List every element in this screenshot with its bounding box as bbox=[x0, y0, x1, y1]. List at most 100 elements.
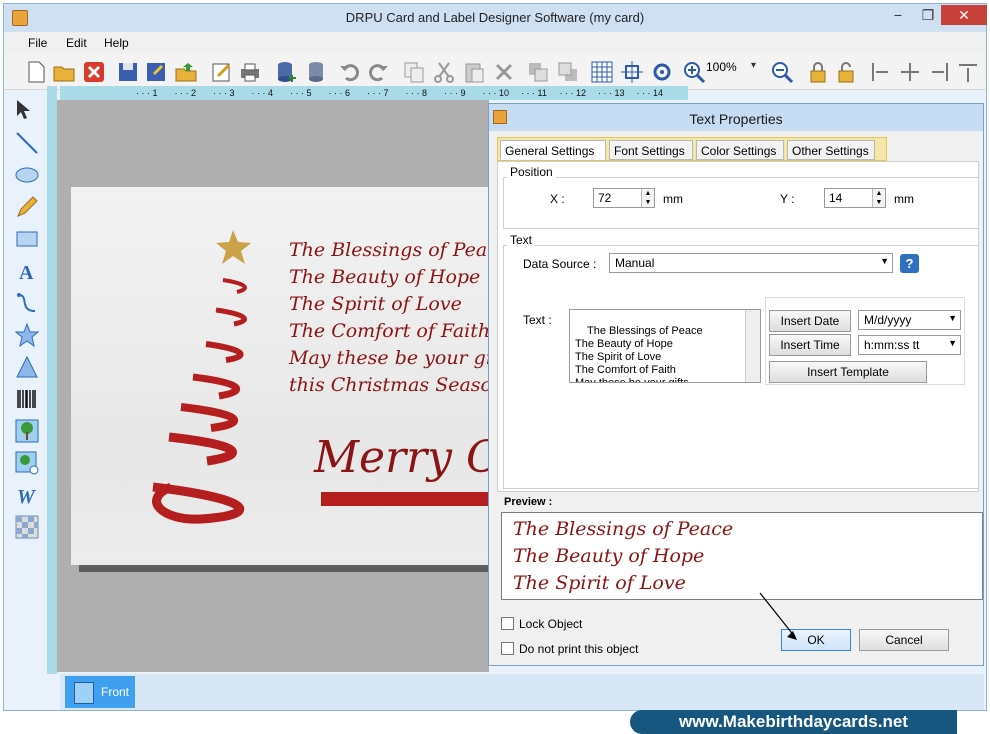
delete-icon[interactable] bbox=[492, 60, 516, 84]
curve-tool-icon[interactable] bbox=[14, 290, 40, 316]
x-position-input[interactable]: 72 ▲ ▼ bbox=[593, 188, 655, 208]
ellipse-tool-icon[interactable] bbox=[14, 162, 40, 188]
y-position-input[interactable]: 14 ▲ ▼ bbox=[824, 188, 886, 208]
text-scrollbar[interactable] bbox=[745, 310, 760, 382]
cut-icon[interactable] bbox=[432, 60, 456, 84]
dialog-title: Text Properties bbox=[689, 111, 783, 127]
text-input[interactable]: The Blessings of Peace The Beauty of Hop… bbox=[569, 309, 761, 383]
ruler-mark: · · · 2 bbox=[174, 88, 197, 98]
paste-icon[interactable] bbox=[462, 60, 486, 84]
tab-font-settings[interactable]: Font Settings bbox=[609, 140, 693, 160]
barcode-tool-icon[interactable] bbox=[14, 386, 40, 412]
website-link[interactable]: www.Makebirthdaycards.net bbox=[630, 710, 957, 734]
date-format-select[interactable]: M/d/yyyy ▼ bbox=[858, 310, 961, 330]
print-icon[interactable] bbox=[238, 60, 262, 84]
word-art-icon[interactable]: W bbox=[14, 482, 40, 508]
ruler-mark: · · · 6 bbox=[328, 88, 351, 98]
menu-file[interactable]: File bbox=[28, 36, 47, 50]
text-tool-icon[interactable]: A bbox=[14, 258, 40, 284]
tab-other-settings[interactable]: Other Settings bbox=[787, 140, 875, 160]
text-group-label: Text bbox=[507, 233, 536, 247]
align-right-icon[interactable] bbox=[928, 60, 952, 84]
cancel-button[interactable]: Cancel bbox=[859, 629, 949, 651]
zoom-in-icon[interactable] bbox=[682, 60, 706, 84]
insert-time-button[interactable]: Insert Time bbox=[769, 334, 851, 356]
zoom-out-icon[interactable] bbox=[770, 60, 794, 84]
y-spinner-icon[interactable]: ▲ ▼ bbox=[872, 189, 885, 207]
card-text-line: The Comfort of Faith bbox=[289, 320, 489, 342]
align-center-icon[interactable] bbox=[898, 60, 922, 84]
maximize-button[interactable]: ❐ bbox=[913, 5, 943, 25]
ok-button[interactable]: OK bbox=[781, 629, 851, 651]
text-preview-box: The Blessings of Peace The Beauty of Hop… bbox=[501, 512, 983, 600]
lock-icon[interactable] bbox=[806, 60, 830, 84]
card-text-line: The Blessings of Peace bbox=[289, 239, 489, 261]
line-tool-icon[interactable] bbox=[14, 130, 40, 156]
save-as-icon[interactable] bbox=[144, 60, 168, 84]
vertical-ruler bbox=[47, 86, 57, 674]
watermark-tool-icon[interactable] bbox=[14, 514, 40, 540]
database-icon[interactable] bbox=[304, 60, 328, 84]
page-icon bbox=[74, 682, 94, 704]
time-format-select[interactable]: h:mm:ss tt ▼ bbox=[858, 335, 961, 355]
position-label: Position bbox=[507, 165, 556, 179]
close-button[interactable]: ✕ bbox=[941, 5, 987, 25]
window-title: DRPU Card and Label Designer Software (m… bbox=[345, 10, 645, 25]
close-file-icon[interactable] bbox=[82, 60, 106, 84]
bring-forward-icon[interactable] bbox=[526, 60, 550, 84]
send-backward-icon[interactable] bbox=[556, 60, 580, 84]
insert-template-button[interactable]: Insert Template bbox=[769, 361, 927, 383]
text-properties-dialog: Text Properties General Settings Font Se… bbox=[488, 103, 984, 666]
grid-icon[interactable] bbox=[590, 60, 614, 84]
edit-properties-icon[interactable] bbox=[210, 60, 234, 84]
page-tabs-bar bbox=[60, 674, 984, 710]
database-add-icon[interactable] bbox=[274, 60, 298, 84]
minimize-button[interactable]: − bbox=[883, 5, 913, 25]
chevron-down-icon: ▼ bbox=[880, 256, 889, 266]
chevron-down-icon: ▼ bbox=[948, 313, 957, 323]
help-icon[interactable]: ? bbox=[900, 254, 919, 273]
align-left-icon[interactable] bbox=[868, 60, 892, 84]
lock-object-checkbox[interactable] bbox=[501, 617, 514, 630]
ruler-mark: · · · 5 bbox=[290, 88, 312, 98]
front-page-tab[interactable]: Front bbox=[65, 676, 135, 708]
image-library-icon[interactable] bbox=[14, 450, 40, 476]
no-print-checkbox[interactable] bbox=[501, 642, 514, 655]
ruler-mark: · · · 13 bbox=[598, 88, 625, 98]
time-format-value: h:mm:ss tt bbox=[864, 338, 920, 352]
undo-icon[interactable] bbox=[338, 60, 362, 84]
settings-icon[interactable] bbox=[650, 60, 674, 84]
svg-text:A: A bbox=[19, 262, 34, 284]
x-unit: mm bbox=[663, 192, 683, 206]
zoom-select[interactable]: 100% bbox=[704, 58, 754, 78]
preview-line: The Spirit of Love bbox=[513, 572, 686, 594]
save-icon[interactable] bbox=[116, 60, 140, 84]
rectangle-tool-icon[interactable] bbox=[14, 226, 40, 252]
horizontal-ruler: · · · 1 · · · 2 · · · 3 · · · 4 · · · 5 · · ·… bbox=[60, 86, 688, 100]
data-source-select[interactable]: Manual ▼ bbox=[609, 253, 893, 273]
menu-edit[interactable]: Edit bbox=[66, 36, 87, 50]
pencil-tool-icon[interactable] bbox=[14, 194, 40, 220]
center-align-icon[interactable] bbox=[620, 60, 644, 84]
x-spinner-icon[interactable]: ▲ ▼ bbox=[641, 189, 654, 207]
redo-icon[interactable] bbox=[366, 60, 390, 84]
zoom-dropdown-icon[interactable]: ▾ bbox=[751, 60, 756, 71]
align-top-icon[interactable] bbox=[956, 60, 980, 84]
menu-help[interactable]: Help bbox=[104, 36, 129, 50]
new-file-icon[interactable] bbox=[24, 60, 48, 84]
card-preview[interactable]: The Blessings of Peace The Beauty of Hop… bbox=[71, 187, 489, 565]
settings-tabs: General Settings Font Settings Color Set… bbox=[497, 137, 887, 161]
ruler-mark: · · · 3 bbox=[213, 88, 235, 98]
tab-color-settings[interactable]: Color Settings bbox=[696, 140, 784, 160]
copy-icon[interactable] bbox=[402, 60, 426, 84]
image-tool-icon[interactable] bbox=[14, 418, 40, 444]
select-pointer-icon[interactable] bbox=[14, 98, 40, 124]
tab-general-settings[interactable]: General Settings bbox=[500, 140, 606, 160]
open-folder-icon[interactable] bbox=[52, 60, 76, 84]
triangle-tool-icon[interactable] bbox=[14, 354, 40, 380]
star-tool-icon[interactable] bbox=[14, 322, 40, 348]
insert-date-button[interactable]: Insert Date bbox=[769, 310, 851, 332]
unlock-icon[interactable] bbox=[834, 60, 858, 84]
export-icon[interactable] bbox=[174, 60, 198, 84]
ruler-mark: · · · 7 bbox=[367, 88, 389, 98]
